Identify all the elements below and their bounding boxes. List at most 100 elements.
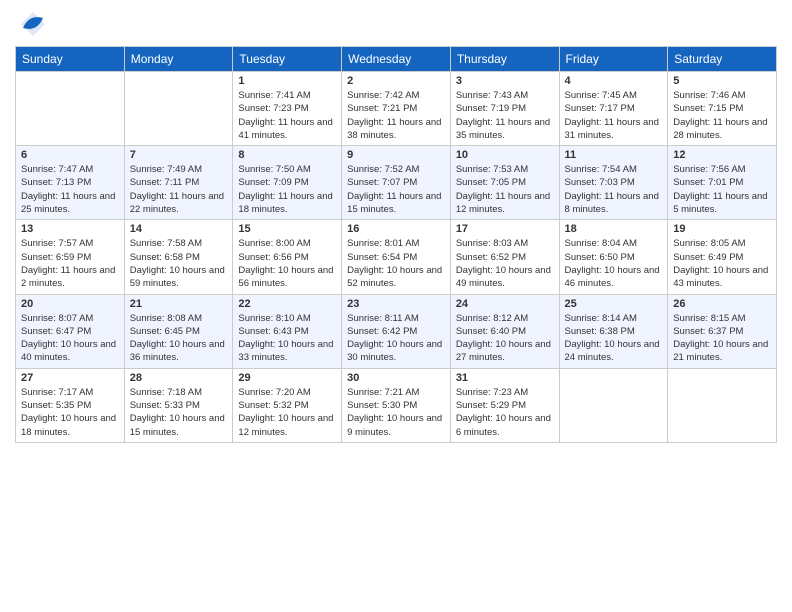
calendar-cell: 1 Sunrise: 7:41 AMSunset: 7:23 PMDaylight… — [233, 72, 342, 146]
calendar-week-row: 6 Sunrise: 7:47 AMSunset: 7:13 PMDaylight… — [16, 146, 777, 220]
calendar-week-row: 20Sunrise: 8:07 AMSunset: 6:47 PMDayligh… — [16, 294, 777, 368]
day-info: Sunrise: 7:56 AMSunset: 7:01 PMDaylight:… — [673, 163, 771, 216]
day-number: 22 — [238, 298, 336, 310]
calendar-table: SundayMondayTuesdayWednesdayThursdayFrid… — [15, 46, 777, 443]
day-number: 1 — [238, 75, 336, 87]
logo-icon — [19, 10, 47, 38]
calendar-cell: 28 Sunrise: 7:18 AMSunset: 5:33 PMDayligh… — [124, 368, 233, 442]
calendar-header-saturday: Saturday — [668, 47, 777, 72]
calendar-cell: 14Sunrise: 7:58 AMSunset: 6:58 PMDayligh… — [124, 220, 233, 294]
day-number: 6 — [21, 149, 119, 161]
day-number: 21 — [130, 298, 228, 310]
day-number: 30 — [347, 372, 445, 384]
calendar-cell: 25Sunrise: 8:14 AMSunset: 6:38 PMDayligh… — [559, 294, 668, 368]
day-info: Sunrise: 7:46 AMSunset: 7:15 PMDaylight:… — [673, 89, 771, 142]
day-number: 26 — [673, 298, 771, 310]
day-info: Sunrise: 8:05 AMSunset: 6:49 PMDaylight:… — [673, 237, 771, 290]
day-info: Sunrise: 8:11 AMSunset: 6:42 PMDaylight:… — [347, 312, 445, 365]
calendar-header-monday: Monday — [124, 47, 233, 72]
calendar-cell: 8 Sunrise: 7:50 AMSunset: 7:09 PMDaylight… — [233, 146, 342, 220]
day-info: Sunrise: 7:57 AMSunset: 6:59 PMDaylight:… — [21, 237, 119, 290]
calendar-cell: 16 Sunrise: 8:01 AMSunset: 6:54 PMDayligh… — [342, 220, 451, 294]
calendar-cell: 21 Sunrise: 8:08 AMSunset: 6:45 PMDayligh… — [124, 294, 233, 368]
day-info: Sunrise: 8:07 AMSunset: 6:47 PMDaylight:… — [21, 312, 119, 365]
calendar-cell: 5 Sunrise: 7:46 AMSunset: 7:15 PMDaylight… — [668, 72, 777, 146]
day-info: Sunrise: 8:08 AMSunset: 6:45 PMDaylight:… — [130, 312, 228, 365]
calendar-cell: 23Sunrise: 8:11 AMSunset: 6:42 PMDayligh… — [342, 294, 451, 368]
day-info: Sunrise: 7:53 AMSunset: 7:05 PMDaylight:… — [456, 163, 554, 216]
calendar-week-row: 1 Sunrise: 7:41 AMSunset: 7:23 PMDaylight… — [16, 72, 777, 146]
calendar-cell: 7Sunrise: 7:49 AMSunset: 7:11 PMDaylight… — [124, 146, 233, 220]
day-number: 16 — [347, 223, 445, 235]
calendar-cell: 20Sunrise: 8:07 AMSunset: 6:47 PMDayligh… — [16, 294, 125, 368]
day-number: 31 — [456, 372, 554, 384]
calendar-cell: 29 Sunrise: 7:20 AMSunset: 5:32 PMDayligh… — [233, 368, 342, 442]
calendar-week-row: 27 Sunrise: 7:17 AMSunset: 5:35 PMDayligh… — [16, 368, 777, 442]
day-info: Sunrise: 8:04 AMSunset: 6:50 PMDaylight:… — [565, 237, 663, 290]
page: SundayMondayTuesdayWednesdayThursdayFrid… — [0, 0, 792, 612]
calendar-cell: 17 Sunrise: 8:03 AMSunset: 6:52 PMDayligh… — [450, 220, 559, 294]
day-number: 18 — [565, 223, 663, 235]
calendar-cell: 9 Sunrise: 7:52 AMSunset: 7:07 PMDaylight… — [342, 146, 451, 220]
calendar-cell: 2 Sunrise: 7:42 AMSunset: 7:21 PMDaylight… — [342, 72, 451, 146]
day-info: Sunrise: 7:23 AMSunset: 5:29 PMDaylight:… — [456, 386, 554, 439]
day-info: Sunrise: 7:18 AMSunset: 5:33 PMDaylight:… — [130, 386, 228, 439]
day-number: 17 — [456, 223, 554, 235]
day-info: Sunrise: 8:00 AMSunset: 6:56 PMDaylight:… — [238, 237, 336, 290]
calendar-cell: 11 Sunrise: 7:54 AMSunset: 7:03 PMDayligh… — [559, 146, 668, 220]
day-info: Sunrise: 7:52 AMSunset: 7:07 PMDaylight:… — [347, 163, 445, 216]
calendar-header-thursday: Thursday — [450, 47, 559, 72]
day-number: 28 — [130, 372, 228, 384]
logo — [15, 10, 47, 38]
day-number: 12 — [673, 149, 771, 161]
day-number: 2 — [347, 75, 445, 87]
day-info: Sunrise: 7:41 AMSunset: 7:23 PMDaylight:… — [238, 89, 336, 142]
calendar-cell: 30Sunrise: 7:21 AMSunset: 5:30 PMDayligh… — [342, 368, 451, 442]
day-number: 24 — [456, 298, 554, 310]
header — [15, 10, 777, 38]
calendar-cell — [559, 368, 668, 442]
calendar-cell — [16, 72, 125, 146]
day-info: Sunrise: 7:58 AMSunset: 6:58 PMDaylight:… — [130, 237, 228, 290]
calendar-week-row: 13Sunrise: 7:57 AMSunset: 6:59 PMDayligh… — [16, 220, 777, 294]
calendar-cell: 19Sunrise: 8:05 AMSunset: 6:49 PMDayligh… — [668, 220, 777, 294]
day-info: Sunrise: 8:15 AMSunset: 6:37 PMDaylight:… — [673, 312, 771, 365]
day-info: Sunrise: 8:01 AMSunset: 6:54 PMDaylight:… — [347, 237, 445, 290]
day-number: 15 — [238, 223, 336, 235]
day-info: Sunrise: 7:20 AMSunset: 5:32 PMDaylight:… — [238, 386, 336, 439]
day-info: Sunrise: 7:17 AMSunset: 5:35 PMDaylight:… — [21, 386, 119, 439]
calendar-cell: 15 Sunrise: 8:00 AMSunset: 6:56 PMDayligh… — [233, 220, 342, 294]
calendar-cell: 6 Sunrise: 7:47 AMSunset: 7:13 PMDaylight… — [16, 146, 125, 220]
day-info: Sunrise: 7:50 AMSunset: 7:09 PMDaylight:… — [238, 163, 336, 216]
day-info: Sunrise: 7:45 AMSunset: 7:17 PMDaylight:… — [565, 89, 663, 142]
day-info: Sunrise: 7:42 AMSunset: 7:21 PMDaylight:… — [347, 89, 445, 142]
day-number: 9 — [347, 149, 445, 161]
calendar-cell: 10 Sunrise: 7:53 AMSunset: 7:05 PMDayligh… — [450, 146, 559, 220]
day-number: 5 — [673, 75, 771, 87]
calendar-cell: 27 Sunrise: 7:17 AMSunset: 5:35 PMDayligh… — [16, 368, 125, 442]
day-info: Sunrise: 8:12 AMSunset: 6:40 PMDaylight:… — [456, 312, 554, 365]
day-number: 8 — [238, 149, 336, 161]
calendar-header-friday: Friday — [559, 47, 668, 72]
calendar-cell: 18 Sunrise: 8:04 AMSunset: 6:50 PMDayligh… — [559, 220, 668, 294]
calendar-cell: 31 Sunrise: 7:23 AMSunset: 5:29 PMDayligh… — [450, 368, 559, 442]
calendar-cell: 24 Sunrise: 8:12 AMSunset: 6:40 PMDayligh… — [450, 294, 559, 368]
day-number: 3 — [456, 75, 554, 87]
day-info: Sunrise: 7:47 AMSunset: 7:13 PMDaylight:… — [21, 163, 119, 216]
day-number: 11 — [565, 149, 663, 161]
day-info: Sunrise: 7:54 AMSunset: 7:03 PMDaylight:… — [565, 163, 663, 216]
calendar-cell: 22 Sunrise: 8:10 AMSunset: 6:43 PMDayligh… — [233, 294, 342, 368]
day-info: Sunrise: 7:43 AMSunset: 7:19 PMDaylight:… — [456, 89, 554, 142]
day-number: 29 — [238, 372, 336, 384]
day-number: 4 — [565, 75, 663, 87]
calendar-header-row: SundayMondayTuesdayWednesdayThursdayFrid… — [16, 47, 777, 72]
day-number: 27 — [21, 372, 119, 384]
calendar-header-sunday: Sunday — [16, 47, 125, 72]
calendar-cell: 26 Sunrise: 8:15 AMSunset: 6:37 PMDayligh… — [668, 294, 777, 368]
day-info: Sunrise: 8:10 AMSunset: 6:43 PMDaylight:… — [238, 312, 336, 365]
calendar-header-wednesday: Wednesday — [342, 47, 451, 72]
day-info: Sunrise: 8:03 AMSunset: 6:52 PMDaylight:… — [456, 237, 554, 290]
day-number: 10 — [456, 149, 554, 161]
day-info: Sunrise: 8:14 AMSunset: 6:38 PMDaylight:… — [565, 312, 663, 365]
calendar-cell — [124, 72, 233, 146]
